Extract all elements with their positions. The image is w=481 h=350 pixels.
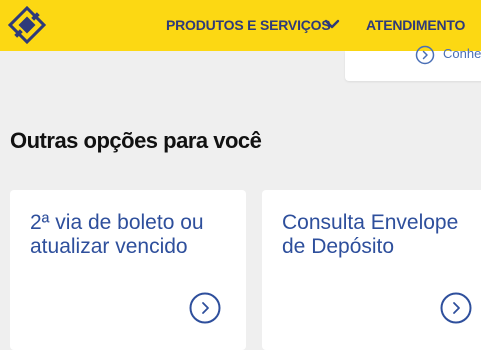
option-card-envelope[interactable]: Consulta Envelope de Depósito: [262, 190, 481, 350]
chevron-right-circle-icon[interactable]: [189, 292, 221, 324]
banco-do-brasil-logo-icon[interactable]: [8, 6, 46, 44]
partial-card-link[interactable]: Conhe: [443, 46, 481, 61]
option-card-boleto[interactable]: 2ª via de boleto ou atualizar vencido: [10, 190, 246, 350]
nav-produtos-servicos[interactable]: PRODUTOS E SERVIÇOS: [166, 17, 331, 33]
partial-card[interactable]: Conhe: [345, 45, 481, 81]
top-navigation-bar: PRODUTOS E SERVIÇOS ATENDIMENTO: [0, 0, 481, 51]
chevron-right-circle-icon[interactable]: [440, 292, 472, 324]
option-card-title: 2ª via de boleto ou atualizar vencido: [30, 211, 204, 258]
section-title: Outras opções para você: [10, 128, 262, 153]
chevron-down-icon[interactable]: [324, 18, 340, 30]
chevron-right-circle-icon[interactable]: [415, 45, 435, 65]
nav-atendimento[interactable]: ATENDIMENTO: [366, 17, 465, 33]
option-card-title: Consulta Envelope de Depósito: [282, 211, 459, 258]
